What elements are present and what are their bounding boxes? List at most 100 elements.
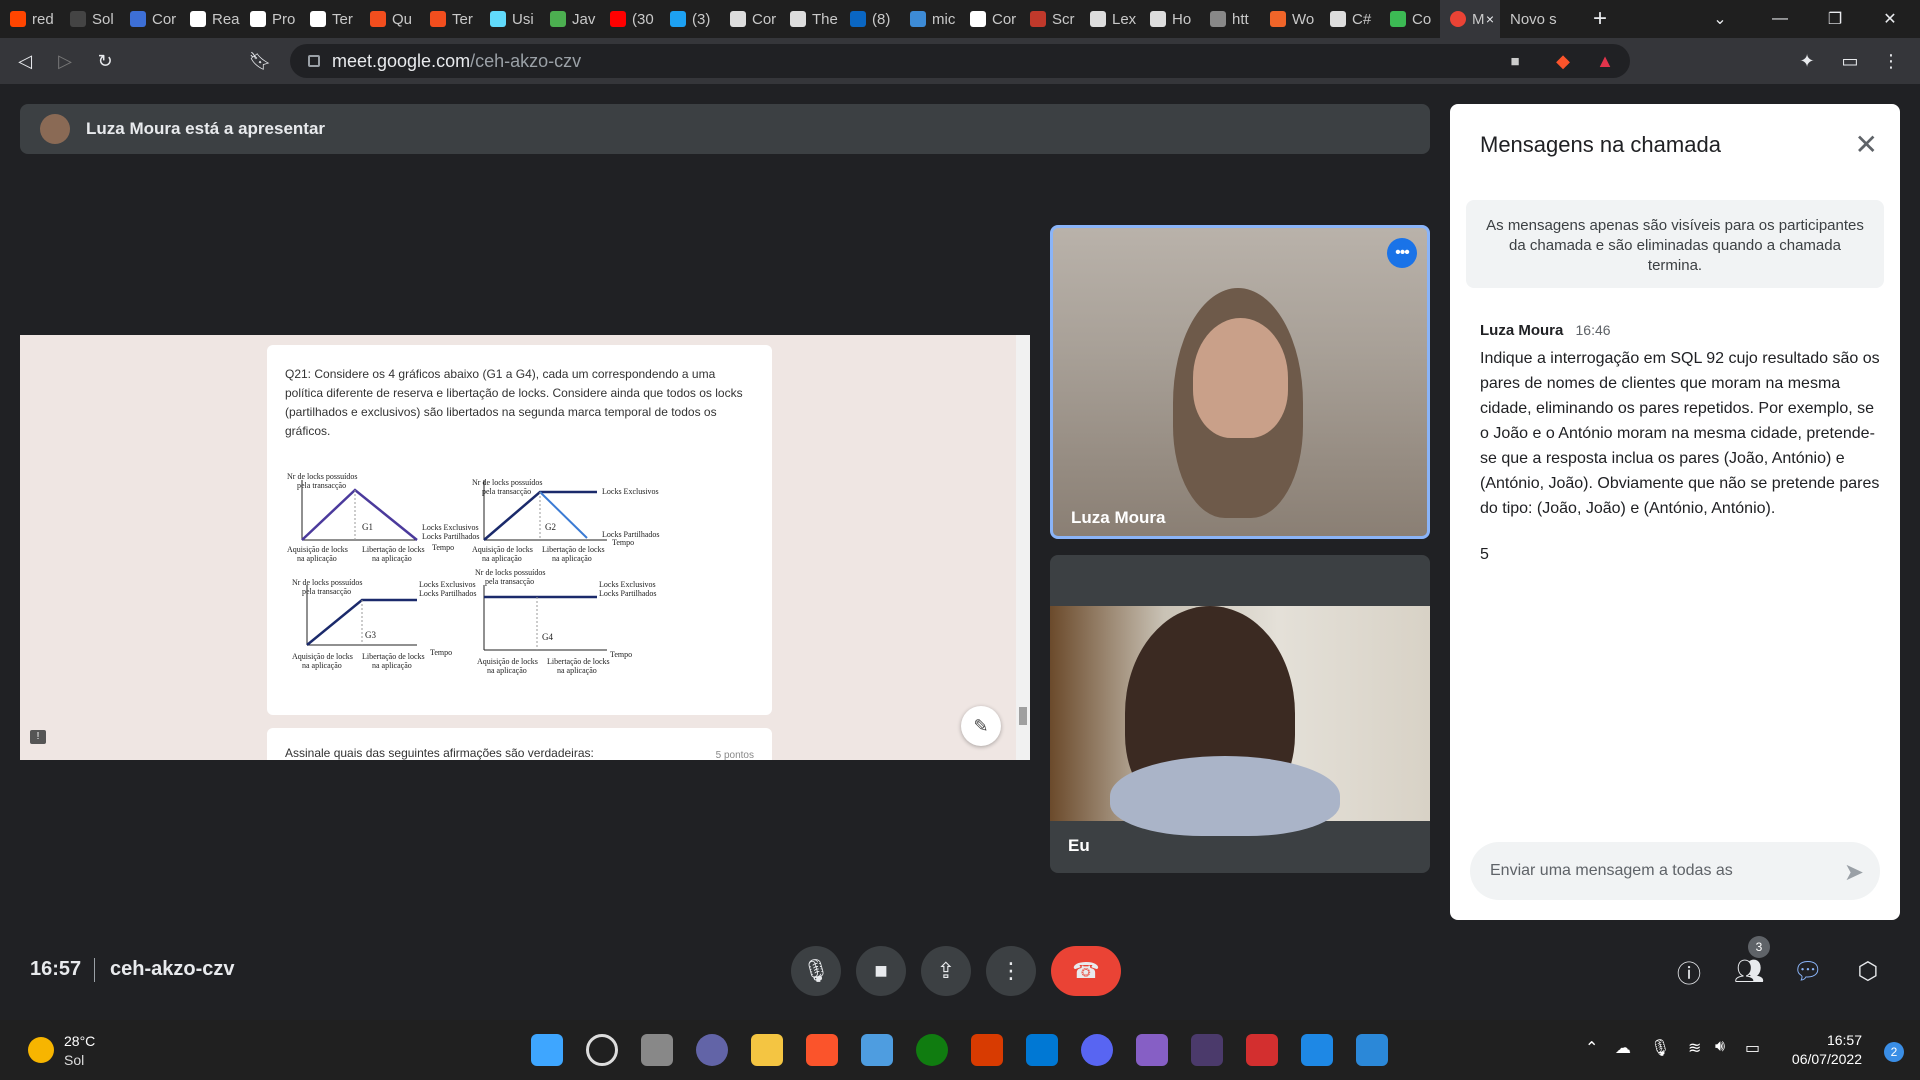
video-tile-luza[interactable]: ••• Luza Moura: [1050, 225, 1430, 539]
edit-pencil-icon[interactable]: ✎: [961, 706, 1001, 746]
g4-legend: Locks Exclusivos Locks Partilhados: [599, 580, 657, 598]
wallet-icon[interactable]: ▭: [1835, 46, 1865, 76]
tab-favicon-icon: [730, 11, 746, 27]
brave-browser-icon[interactable]: [806, 1034, 838, 1066]
browser-tab[interactable]: Wo: [1260, 0, 1320, 38]
task-view-icon[interactable]: [641, 1034, 673, 1066]
tile-name-luza: Luza Moura: [1071, 508, 1166, 527]
sun-icon[interactable]: [28, 1037, 54, 1063]
terminal-icon[interactable]: [1191, 1034, 1223, 1066]
browser-tab[interactable]: red: [0, 0, 60, 38]
battery-icon[interactable]: ▭: [1745, 1038, 1760, 1058]
g3-time: Tempo: [430, 648, 453, 657]
mic-tray-icon[interactable]: 🎙︎: [1650, 1038, 1670, 1058]
photos-icon[interactable]: [1356, 1034, 1388, 1066]
meeting-details-icon[interactable]: ⓘ: [1673, 955, 1705, 988]
close-chat-icon[interactable]: ✕: [1855, 128, 1878, 161]
close-window-button[interactable]: ✕: [1860, 0, 1920, 38]
browser-tab[interactable]: (8): [840, 0, 900, 38]
people-icon[interactable]: 👥︎: [1733, 955, 1765, 987]
store-icon[interactable]: [861, 1034, 893, 1066]
browser-tab[interactable]: Cor: [960, 0, 1020, 38]
discord-icon[interactable]: [1081, 1034, 1113, 1066]
address-bar[interactable]: meet.google.com/ceh-akzo-czv: [290, 44, 1630, 78]
leave-call-button[interactable]: ☎︎: [1051, 946, 1121, 996]
browser-tab[interactable]: Co: [1380, 0, 1440, 38]
lock-icon: [308, 55, 320, 67]
new-tab-button[interactable]: +: [1580, 5, 1620, 33]
brave-shield-icon[interactable]: ◆: [1548, 46, 1578, 76]
tab-favicon-icon: [370, 11, 386, 27]
present-button[interactable]: ⇪: [921, 946, 971, 996]
pdf-reader-icon[interactable]: [1246, 1034, 1278, 1066]
maximize-button[interactable]: ❐: [1805, 0, 1865, 38]
start-icon[interactable]: [531, 1034, 563, 1066]
tab-search-icon[interactable]: ⌄: [1690, 0, 1750, 38]
file-explorer-icon[interactable]: [751, 1034, 783, 1066]
browser-tab[interactable]: Sol: [60, 0, 120, 38]
browser-tab-new[interactable]: Novo s: [1500, 0, 1580, 38]
chat-message-input[interactable]: Enviar uma mensagem a todas as ➤: [1470, 842, 1880, 900]
wifi-icon[interactable]: ≋: [1688, 1038, 1701, 1058]
browser-tab-active[interactable]: M ×: [1440, 0, 1500, 38]
more-options-icon[interactable]: •••: [1387, 238, 1417, 268]
shared-screen: Q21: Considere os 4 gráficos abaixo (G1 …: [20, 335, 1030, 760]
activities-icon[interactable]: ⬡: [1852, 955, 1884, 987]
tab-favicon-icon: [490, 11, 506, 27]
teams-chat-icon[interactable]: [696, 1034, 728, 1066]
camera-button[interactable]: ■: [856, 946, 906, 996]
office-icon[interactable]: [971, 1034, 1003, 1066]
extensions-icon[interactable]: ✦: [1792, 46, 1822, 76]
tab-label: (8): [872, 10, 891, 28]
browser-tab[interactable]: Cor: [120, 0, 180, 38]
browser-tab[interactable]: C#: [1320, 0, 1380, 38]
scrollbar[interactable]: [1016, 335, 1030, 760]
browser-tab[interactable]: Ho: [1140, 0, 1200, 38]
scrollbar-thumb[interactable]: [1019, 707, 1027, 725]
reload-icon[interactable]: ↻: [90, 46, 120, 76]
send-icon[interactable]: ➤: [1844, 858, 1864, 887]
browser-tab[interactable]: Ter: [300, 0, 360, 38]
microphone-button[interactable]: 🎙︎: [791, 946, 841, 996]
notification-badge[interactable]: 2: [1884, 1042, 1904, 1062]
mail-icon[interactable]: [1026, 1034, 1058, 1066]
browser-tab[interactable]: (30: [600, 0, 660, 38]
forward-icon[interactable]: ▷: [50, 46, 80, 76]
menu-icon[interactable]: ⋮: [1876, 46, 1906, 76]
browser-tab[interactable]: Rea: [180, 0, 240, 38]
more-options-button[interactable]: ⋮: [986, 946, 1036, 996]
tab-label: Pro: [272, 10, 296, 28]
video-tile-self[interactable]: Eu: [1050, 555, 1430, 873]
onedrive-icon[interactable]: ☁: [1615, 1038, 1631, 1058]
back-icon[interactable]: ◁: [10, 46, 40, 76]
browser-tab[interactable]: Ter: [420, 0, 480, 38]
browser-tab[interactable]: Qu: [360, 0, 420, 38]
chat-icon[interactable]: 💬︎: [1792, 955, 1824, 987]
brave-rewards-icon[interactable]: ▲: [1590, 46, 1620, 76]
feedback-icon[interactable]: !: [30, 730, 46, 744]
close-tab-icon[interactable]: ×: [1486, 11, 1494, 27]
browser-tab[interactable]: Usi: [480, 0, 540, 38]
volume-icon[interactable]: 🔊︎: [1715, 1038, 1725, 1056]
browser-tab[interactable]: mic: [900, 0, 960, 38]
calendar-icon[interactable]: [1301, 1034, 1333, 1066]
browser-tab[interactable]: Cor: [720, 0, 780, 38]
browser-tab[interactable]: (3): [660, 0, 720, 38]
taskbar-time[interactable]: 16:57: [1827, 1032, 1862, 1048]
bookmark-icon[interactable]: 🔖︎: [245, 46, 275, 76]
camera-indicator-icon[interactable]: ■: [1500, 46, 1530, 76]
browser-tab[interactable]: htt: [1200, 0, 1260, 38]
browser-tab[interactable]: The: [780, 0, 840, 38]
visual-studio-icon[interactable]: [1136, 1034, 1168, 1066]
browser-tab[interactable]: Scr: [1020, 0, 1080, 38]
tab-label: Ho: [1172, 10, 1192, 28]
xbox-icon[interactable]: [916, 1034, 948, 1066]
taskbar-date[interactable]: 06/07/2022: [1792, 1051, 1862, 1067]
tray-chevron-icon[interactable]: ⌃: [1585, 1038, 1598, 1058]
browser-tab[interactable]: Jav: [540, 0, 600, 38]
search-icon[interactable]: [586, 1034, 618, 1066]
browser-tab-bar: red Sol Cor Rea Pro Ter Qu Ter Usi Jav (30 (3) Cor Th…: [0, 0, 1920, 38]
minimize-button[interactable]: —: [1750, 0, 1810, 38]
browser-tab[interactable]: Lex: [1080, 0, 1140, 38]
browser-tab[interactable]: Pro: [240, 0, 300, 38]
